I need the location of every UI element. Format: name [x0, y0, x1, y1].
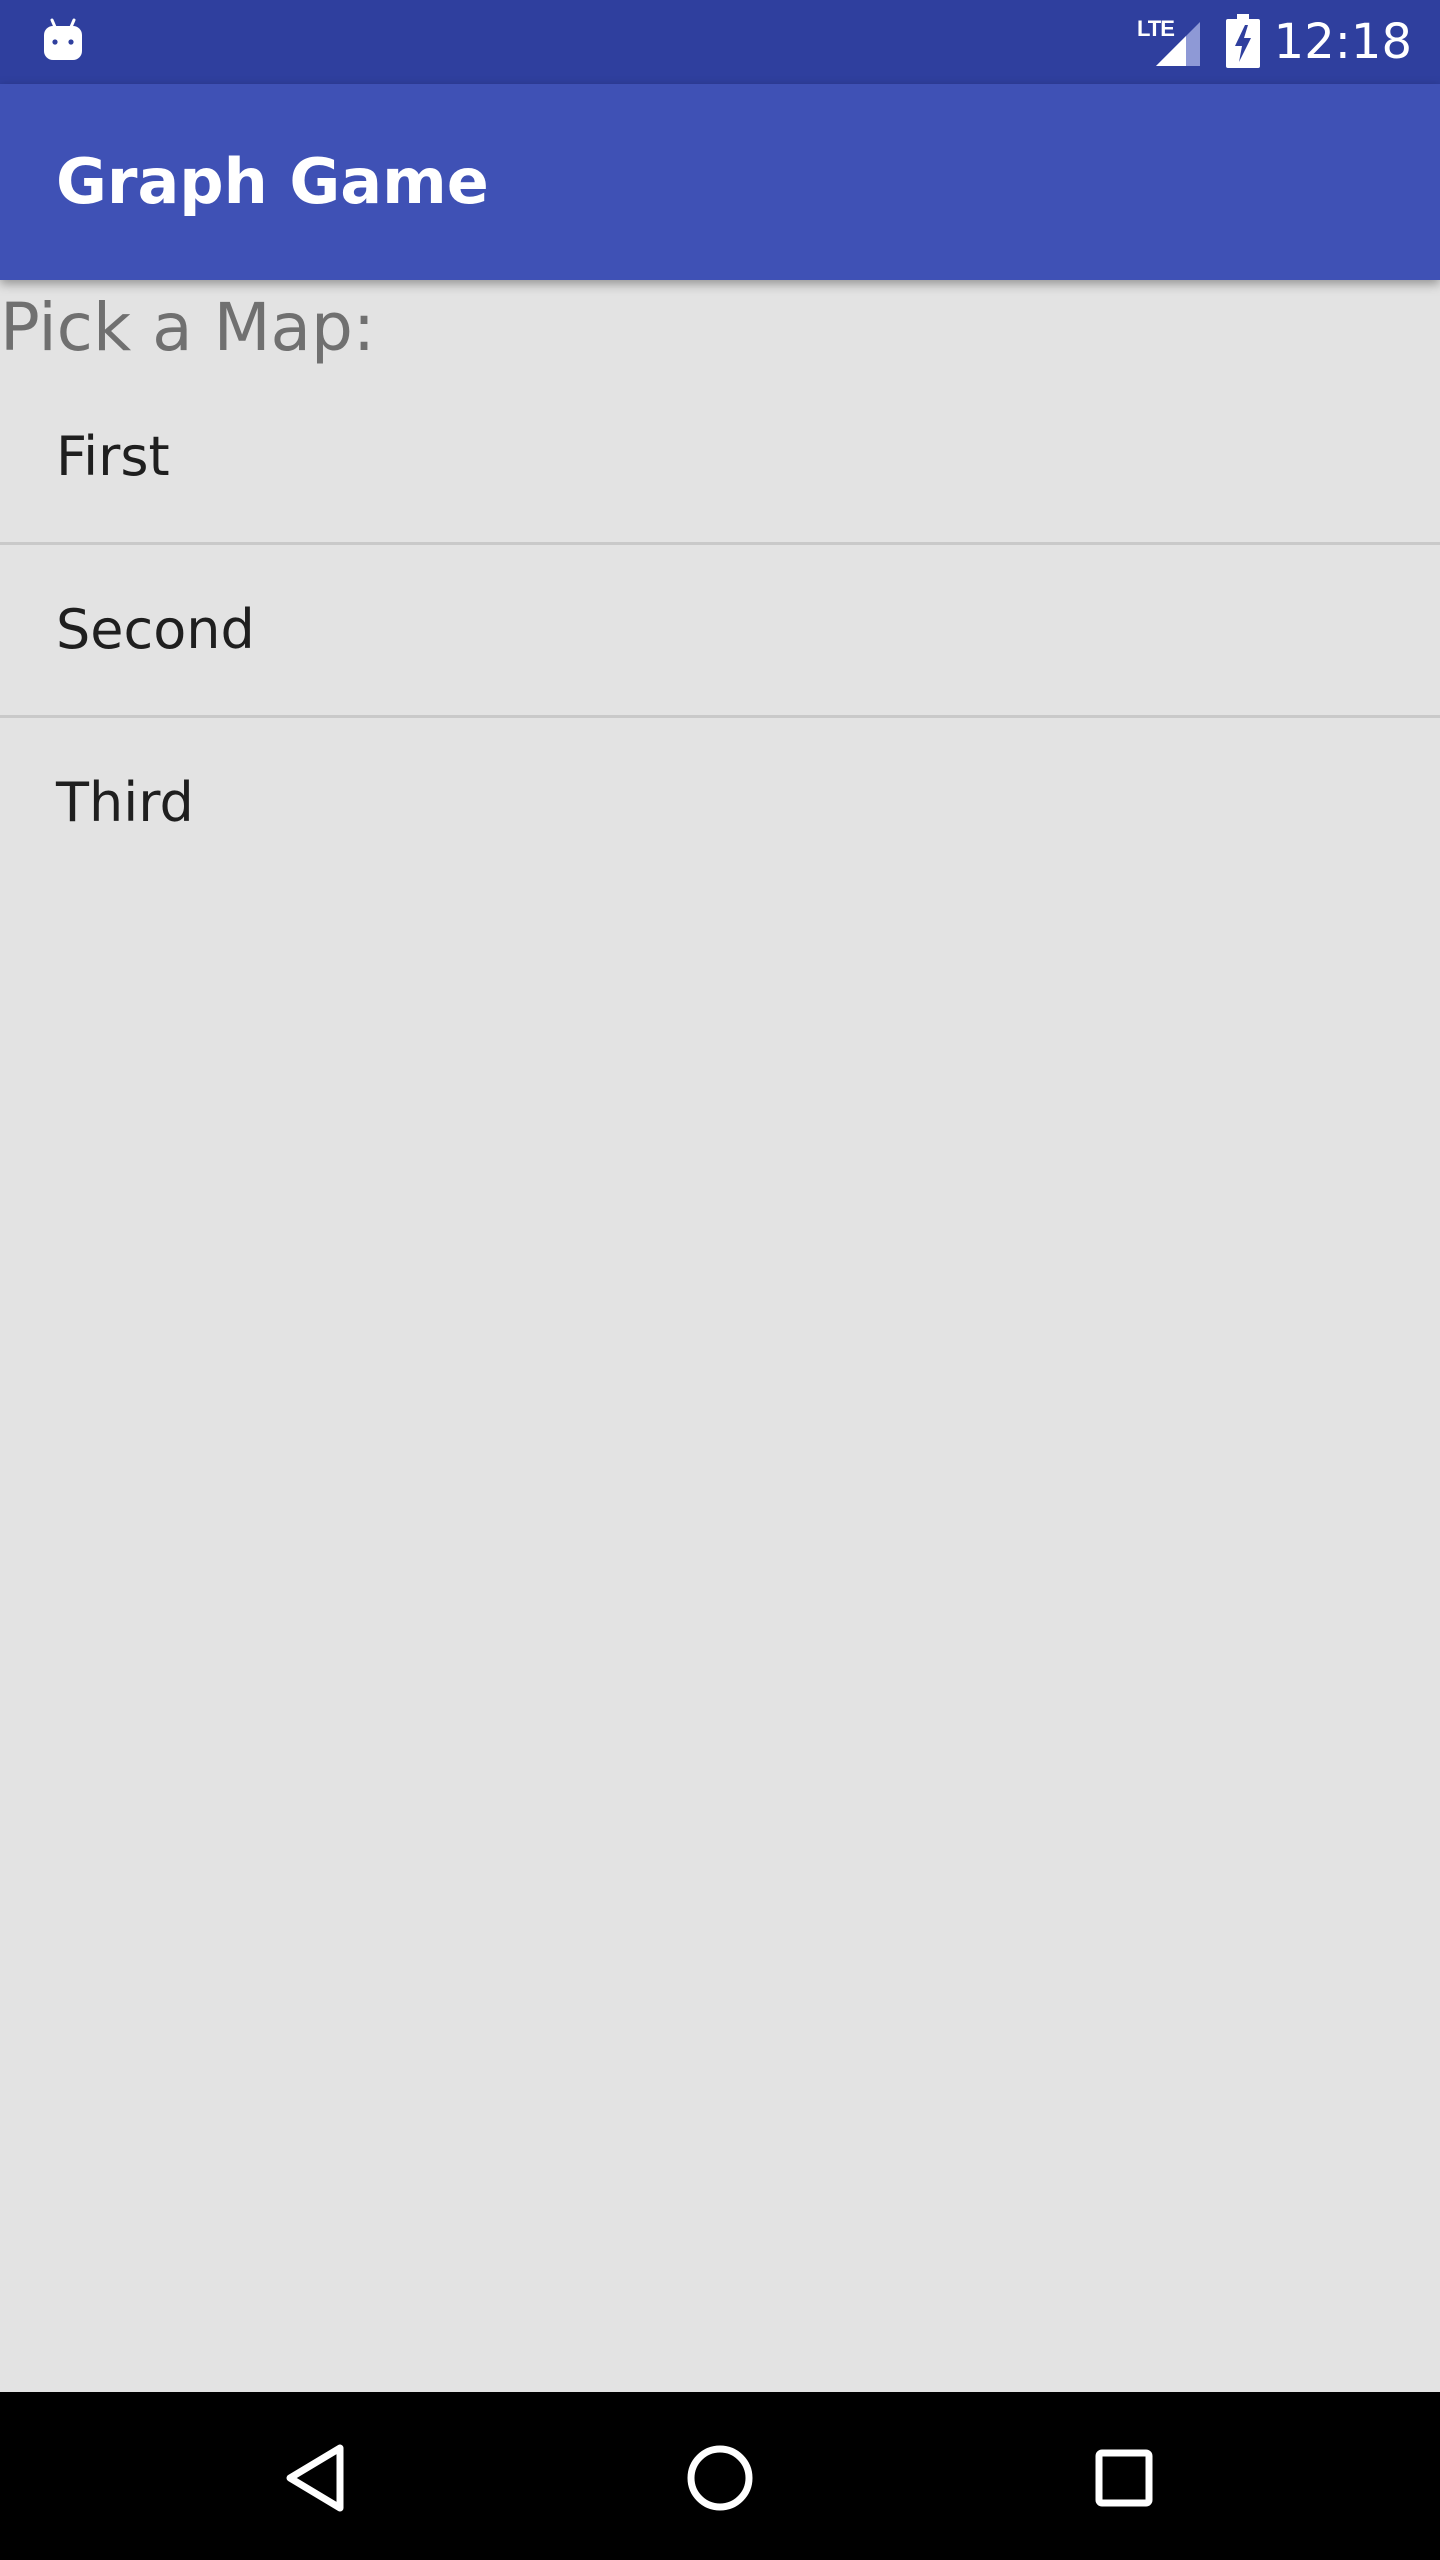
back-icon: [286, 2444, 344, 2512]
main-content: Pick a Map: First Second Third: [0, 280, 1440, 2392]
pick-map-prompt: Pick a Map:: [0, 289, 376, 366]
recents-icon: [1095, 2449, 1153, 2507]
lte-signal-icon: [1156, 22, 1200, 66]
back-button[interactable]: [256, 2416, 376, 2536]
map-list-item-first[interactable]: First: [0, 372, 1440, 545]
map-item-label: Third: [56, 771, 194, 834]
android-notification-icon: [44, 18, 82, 60]
system-nav-bar: [0, 2392, 1440, 2560]
app-title: Graph Game: [56, 145, 489, 218]
home-button[interactable]: [660, 2416, 780, 2536]
status-bar: LTE 12:18: [0, 0, 1440, 84]
map-item-label: First: [56, 425, 170, 488]
map-list: First Second Third: [0, 372, 1440, 888]
app-bar: Graph Game: [0, 84, 1440, 280]
map-list-item-third[interactable]: Third: [0, 718, 1440, 888]
map-list-item-second[interactable]: Second: [0, 545, 1440, 718]
map-item-label: Second: [56, 598, 255, 661]
status-clock: 12:18: [1273, 14, 1412, 70]
home-icon: [687, 2445, 753, 2511]
battery-charging-icon: [1226, 14, 1260, 68]
recents-button[interactable]: [1064, 2416, 1184, 2536]
